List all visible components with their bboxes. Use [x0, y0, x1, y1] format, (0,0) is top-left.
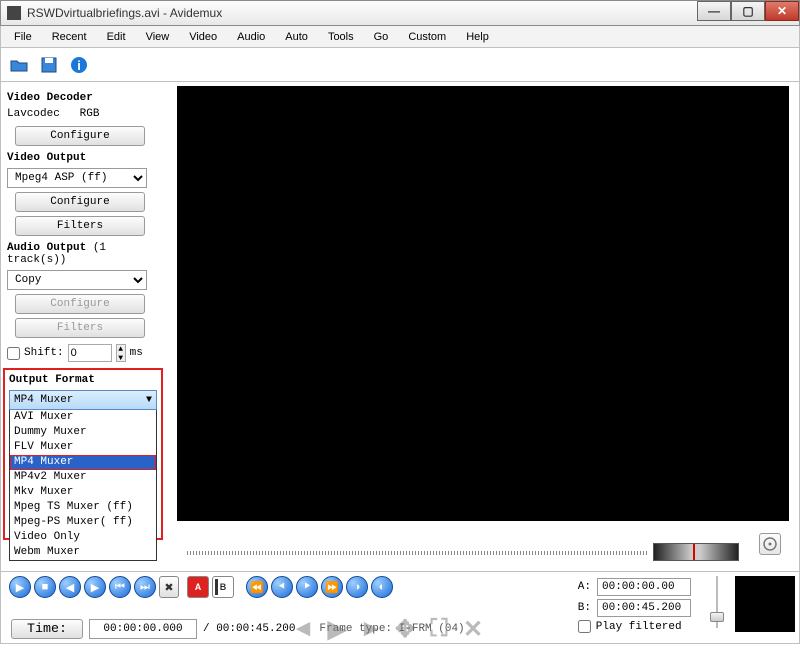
- set-marker-b-button[interactable]: B: [212, 576, 234, 598]
- marker-b-value: 00:00:45.200: [597, 599, 691, 617]
- video-output-filters-button[interactable]: Filters: [15, 216, 145, 236]
- play-filtered-checkbox[interactable]: [578, 620, 591, 633]
- prev-keyframe-button[interactable]: ⏮: [109, 576, 131, 598]
- marker-b-label: B:: [578, 602, 591, 614]
- opt-mpegps[interactable]: Mpeg-PS Muxer( ff): [10, 515, 156, 530]
- chevron-down-icon: ▼: [146, 395, 152, 406]
- window-title: RSWDvirtualbriefings.avi - Avidemux: [27, 6, 697, 20]
- volume-slider[interactable]: [709, 576, 725, 628]
- output-format-list: AVI Muxer Dummy Muxer FLV Muxer MP4 Muxe…: [9, 410, 157, 561]
- opt-mpegts[interactable]: Mpeg TS Muxer (ff): [10, 500, 156, 515]
- shift-input[interactable]: [68, 344, 112, 362]
- output-format-title: Output Format: [9, 374, 157, 386]
- video-output-title: Video Output: [7, 152, 167, 164]
- opt-mp4v2[interactable]: MP4v2 Muxer: [10, 470, 156, 485]
- audio-output-filters-button[interactable]: Filters: [15, 318, 145, 338]
- goto-end-button[interactable]: ⏩: [321, 576, 343, 598]
- menu-go[interactable]: Go: [365, 29, 398, 45]
- video-decoder-info: Lavcodec RGB: [7, 108, 167, 120]
- prev-black-button[interactable]: ◑: [346, 576, 368, 598]
- goto-marker-b-button[interactable]: ⯈: [296, 576, 318, 598]
- opt-mkv[interactable]: Mkv Muxer: [10, 485, 156, 500]
- audio-output-title: Audio Output (1 track(s)): [7, 242, 167, 266]
- menu-edit[interactable]: Edit: [98, 29, 135, 45]
- disc-icon[interactable]: [759, 533, 781, 555]
- maximize-button[interactable]: ▢: [731, 1, 765, 21]
- app-icon: [7, 6, 21, 20]
- output-format-dropdown[interactable]: MP4 Muxer ▼ AVI Muxer Dummy Muxer FLV Mu…: [9, 390, 157, 561]
- overlay-close-icon: ✕: [459, 615, 487, 643]
- play-filtered-label: Play filtered: [596, 621, 682, 633]
- play-button[interactable]: ▶: [9, 576, 31, 598]
- menu-recent[interactable]: Recent: [43, 29, 96, 45]
- shift-unit: ms: [130, 347, 143, 359]
- bottom-bar: ▶ ■ ◀ ▶ ⏮ ⏭ ✖ A B ⏪ ⯇ ⯈ ⏩ ◑ ◐ Time: 00:0…: [0, 572, 800, 644]
- menu-video[interactable]: Video: [180, 29, 226, 45]
- menu-auto[interactable]: Auto: [276, 29, 317, 45]
- window-titlebar: RSWDvirtualbriefings.avi - Avidemux — ▢ …: [0, 0, 800, 26]
- menu-file[interactable]: File: [5, 29, 41, 45]
- save-icon[interactable]: [36, 52, 62, 78]
- duration-label: / 00:00:45.200: [203, 623, 295, 635]
- marker-a-label: A:: [578, 581, 591, 593]
- opt-mp4[interactable]: MP4 Muxer: [10, 455, 156, 470]
- overlay-move-icon: ✥: [391, 615, 419, 643]
- timeline-slider[interactable]: [187, 551, 649, 557]
- opt-webm[interactable]: Webm Muxer: [10, 545, 156, 560]
- video-frame: [177, 86, 789, 521]
- set-marker-a-button[interactable]: A: [187, 576, 209, 598]
- goto-start-button[interactable]: ⏪: [246, 576, 268, 598]
- menu-bar: File Recent Edit View Video Audio Auto T…: [0, 26, 800, 48]
- video-output-configure-button[interactable]: Configure: [15, 192, 145, 212]
- opt-flv[interactable]: FLV Muxer: [10, 440, 156, 455]
- next-keyframe-button[interactable]: ⏭: [134, 576, 156, 598]
- shift-label: Shift:: [24, 347, 64, 359]
- video-decoder-title: Video Decoder: [7, 92, 167, 104]
- marker-a-value: 00:00:00.00: [597, 578, 691, 596]
- delete-button[interactable]: ✖: [159, 576, 179, 598]
- next-black-button[interactable]: ◐: [371, 576, 393, 598]
- opt-avi[interactable]: AVI Muxer: [10, 410, 156, 425]
- overlay-right-icon: ►: [357, 615, 385, 643]
- thumbnail-preview: [735, 576, 795, 632]
- open-icon[interactable]: [6, 52, 32, 78]
- goto-marker-a-button[interactable]: ⯇: [271, 576, 293, 598]
- minimize-button[interactable]: —: [697, 1, 731, 21]
- opt-dummy[interactable]: Dummy Muxer: [10, 425, 156, 440]
- close-button[interactable]: ✕: [765, 1, 799, 21]
- menu-help[interactable]: Help: [457, 29, 498, 45]
- menu-audio[interactable]: Audio: [228, 29, 274, 45]
- shift-checkbox[interactable]: [7, 347, 20, 360]
- svg-text:i: i: [77, 58, 81, 73]
- preview-area: [173, 82, 799, 571]
- video-output-select[interactable]: Mpeg4 ASP (ff): [7, 168, 147, 188]
- video-decoder-configure-button[interactable]: Configure: [15, 126, 145, 146]
- sidebar: Video Decoder Lavcodec RGB Configure Vid…: [1, 82, 173, 571]
- prev-frame-button[interactable]: ◀: [59, 576, 81, 598]
- overlay-play-icon: ▶: [323, 615, 351, 643]
- audio-output-select[interactable]: Copy: [7, 270, 147, 290]
- output-format-selected: MP4 Muxer: [14, 394, 73, 406]
- nav-segment[interactable]: [653, 543, 739, 561]
- overlay-expand-icon: ⛶: [425, 615, 453, 643]
- overlay-left-icon: ◄: [289, 615, 317, 643]
- menu-tools[interactable]: Tools: [319, 29, 363, 45]
- info-icon[interactable]: i: [66, 52, 92, 78]
- stop-button[interactable]: ■: [34, 576, 56, 598]
- time-button[interactable]: Time:: [11, 619, 83, 639]
- shift-spinner[interactable]: ▲▼: [116, 344, 126, 362]
- opt-videoonly[interactable]: Video Only: [10, 530, 156, 545]
- menu-custom[interactable]: Custom: [399, 29, 455, 45]
- output-format-section: Output Format MP4 Muxer ▼ AVI Muxer Dumm…: [3, 368, 163, 540]
- menu-view[interactable]: View: [137, 29, 179, 45]
- next-frame-button[interactable]: ▶: [84, 576, 106, 598]
- time-value[interactable]: 00:00:00.000: [89, 619, 197, 639]
- toolbar: i: [0, 48, 800, 82]
- audio-output-configure-button[interactable]: Configure: [15, 294, 145, 314]
- overlay-nav-icons: ◄ ▶ ► ✥ ⛶ ✕: [289, 615, 487, 643]
